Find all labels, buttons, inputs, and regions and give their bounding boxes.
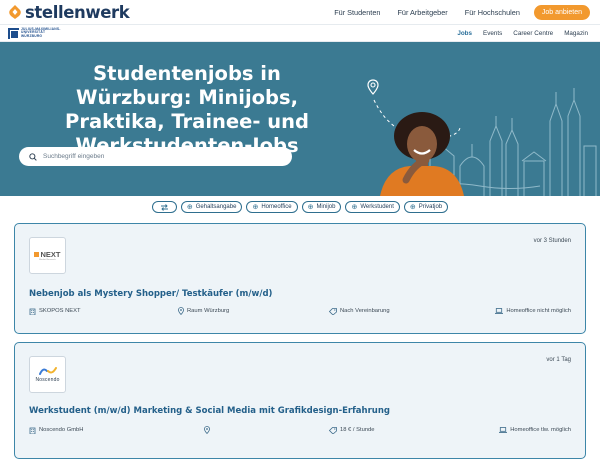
student-photo (380, 112, 464, 196)
meta-salary: 18 € / Stunde (329, 426, 375, 434)
posted-time: vor 1 Tag (546, 357, 571, 363)
filter-bar: ⊕ Gehaltsangabe ⊕ Homeoffice ⊕ Minijob ⊕ Wer… (0, 201, 600, 214)
building-icon (29, 308, 36, 315)
skopos-mark-icon (34, 252, 40, 257)
stellenwerk-logo-icon (9, 5, 21, 19)
search-input[interactable]: Suchbegriff eingeben (43, 153, 104, 160)
salary-text: Nach Vereinbarung (340, 308, 390, 314)
nav-students[interactable]: Für Studenten (334, 8, 380, 17)
brand-name: stellenwerk (25, 2, 130, 22)
swap-arrows-icon (160, 203, 168, 211)
nav-universities[interactable]: Für Hochschulen (465, 8, 520, 17)
meta-location: Raum Würzburg (178, 307, 229, 315)
filter-chip-label: Minijob (316, 204, 336, 210)
plus-icon: ⊕ (307, 203, 314, 211)
company-logo: Noscendo (29, 356, 66, 393)
university-logo-text: JULIUS-MAXIMILIANS- UNIVERSITÄT WÜRZBURG (21, 27, 61, 39)
job-card[interactable]: NEXT Market Research vor 3 Stunden Neben… (14, 223, 586, 334)
logo-subtext: Market Research (39, 259, 56, 261)
hero-banner: Studentenjobs in Würzburg: Minijobs, Pra… (0, 42, 600, 196)
meta-remote: Homeoffice nicht möglich (495, 308, 571, 314)
meta-remote: Homeoffice tlw. möglich (499, 427, 571, 433)
university-logo[interactable]: JULIUS-MAXIMILIANS- UNIVERSITÄT WÜRZBURG (8, 27, 61, 39)
tag-icon (329, 426, 337, 434)
laptop-icon (499, 427, 508, 433)
job-title-link[interactable]: Nebenjob als Mystery Shopper/ Testkäufer… (29, 289, 272, 299)
tab-magazin[interactable]: Magazin (564, 30, 588, 37)
noscendo-wave-icon (38, 367, 57, 375)
meta-location (204, 426, 213, 434)
nav-employers[interactable]: Für Arbeitgeber (397, 8, 447, 17)
filter-chip-label: Privatjob (418, 204, 443, 210)
filter-chip-privatjob[interactable]: ⊕ Privatjob (403, 201, 449, 213)
filter-chip-homeoffice[interactable]: ⊕ Homeoffice (246, 201, 298, 213)
remote-text: Homeoffice nicht möglich (506, 308, 571, 314)
plus-icon: ⊕ (186, 203, 193, 211)
filter-chip-label: Gehaltsangabe (195, 204, 237, 210)
location-text: Raum Würzburg (187, 308, 230, 314)
tag-icon (329, 307, 337, 315)
job-card[interactable]: Noscendo vor 1 Tag Werkstudent (m/w/d) M… (14, 342, 586, 459)
map-pin-icon (178, 307, 184, 315)
plus-icon: ⊕ (252, 203, 259, 211)
top-bar: stellenwerk Für Studenten Für Arbeitgebe… (0, 0, 600, 24)
filter-chip-salary[interactable]: ⊕ Gehaltsangabe (180, 201, 243, 213)
map-pin-icon (204, 426, 210, 434)
logo-text: NEXT (40, 250, 61, 259)
uni-line-3: WÜRZBURG (21, 33, 43, 38)
search-icon (29, 152, 37, 161)
tab-career-centre[interactable]: Career Centre (513, 30, 553, 37)
meta-company: SKOPOS NEXT (29, 308, 81, 315)
sort-toggle-button[interactable] (151, 201, 177, 213)
job-title-link[interactable]: Werkstudent (m/w/d) Marketing & Social M… (29, 406, 390, 416)
filter-chip-minijob[interactable]: ⊕ Minijob (301, 201, 342, 213)
page-title: Studentenjobs in Würzburg: Minijobs, Pra… (65, 62, 309, 157)
tab-jobs[interactable]: Jobs (457, 30, 472, 37)
company-name: SKOPOS NEXT (39, 308, 81, 314)
sub-nav: Jobs Events Career Centre Magazin (457, 30, 588, 37)
tab-events[interactable]: Events (483, 30, 502, 37)
remote-text: Homeoffice tlw. möglich (510, 427, 571, 433)
location-pin-icon (367, 79, 379, 95)
plus-icon: ⊕ (351, 203, 358, 211)
salary-text: 18 € / Stunde (340, 427, 375, 433)
filter-chip-werkstudent[interactable]: ⊕ Werkstudent (345, 201, 400, 213)
offer-job-button[interactable]: Job anbieten (533, 4, 590, 20)
top-nav: Für Studenten Für Arbeitgeber Für Hochsc… (317, 4, 590, 20)
company-name: Noscendo GmbH (39, 427, 84, 433)
company-logo: NEXT Market Research (29, 237, 66, 274)
plus-icon: ⊕ (409, 203, 416, 211)
building-icon (29, 427, 36, 434)
posted-time: vor 3 Stunden (533, 238, 571, 244)
filter-chip-label: Homeoffice (261, 204, 292, 210)
meta-salary: Nach Vereinbarung (329, 307, 390, 315)
university-seal-icon (8, 27, 19, 39)
meta-company: Noscendo GmbH (29, 427, 83, 434)
sub-bar: JULIUS-MAXIMILIANS- UNIVERSITÄT WÜRZBURG… (0, 24, 600, 42)
laptop-icon (495, 308, 504, 314)
search-bar[interactable]: Suchbegriff eingeben (19, 147, 292, 166)
brand-logo[interactable]: stellenwerk (8, 2, 130, 22)
logo-text: Noscendo (35, 377, 60, 383)
filter-chip-label: Werkstudent (360, 204, 394, 210)
